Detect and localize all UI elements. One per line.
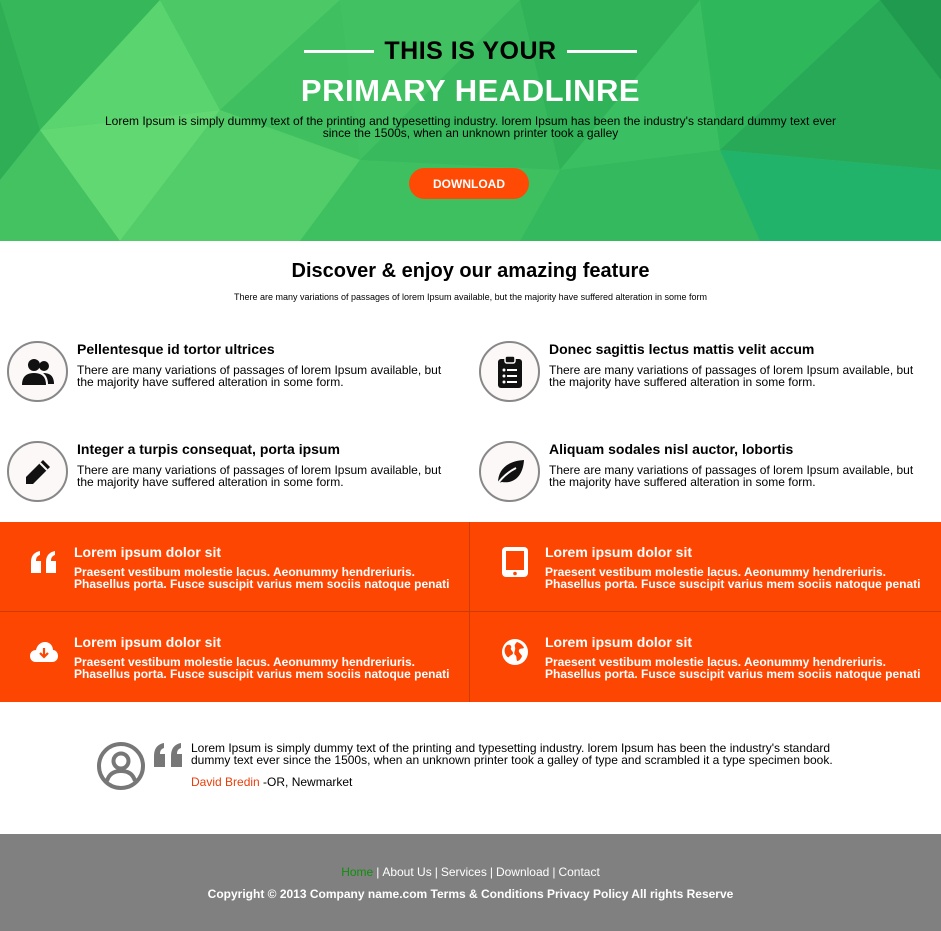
users-icon (21, 358, 54, 385)
service-icon-box (26, 634, 62, 670)
hero-subheadline: THIS IS YOUR (384, 37, 557, 65)
service-item: Lorem ipsum dolor sit Praesent vestibum … (26, 634, 476, 724)
footer-link-home[interactable]: Home (341, 865, 373, 879)
hero-headline: PRIMARY HEADLINRE (300, 73, 641, 108)
service-icon-box (497, 544, 533, 580)
footer-link-services[interactable]: Services (441, 865, 487, 879)
footer-nav: Home | About Us | Services | Download | Contact (0, 865, 941, 879)
download-button[interactable]: DOWNLOAD (409, 168, 529, 199)
footer-copyright: Copyright © 2013 Company name.com Terms … (207, 887, 734, 901)
footer-link-contact[interactable]: Contact (558, 865, 599, 879)
service-text: Praesent vestibum molestie lacus. Aeonum… (74, 655, 450, 681)
leaf-icon (494, 459, 524, 487)
feature-title: Pellentesque id tortor ultrices (77, 341, 275, 357)
hero-divider-left (304, 50, 375, 53)
service-item: Lorem ipsum dolor sit Praesent vestibum … (497, 634, 941, 724)
testimonial-author-name: David Bredin (191, 775, 260, 789)
quote-icon (154, 743, 182, 767)
cloud-download-icon (30, 642, 58, 662)
footer-link-about-us[interactable]: About Us (382, 865, 431, 879)
service-text: Praesent vestibum molestie lacus. Aeonum… (545, 655, 921, 681)
tablet-icon (502, 547, 528, 577)
footer: Home | About Us | Services | Download | Contact … (0, 834, 941, 931)
footer-nav-separator: | (489, 865, 493, 879)
service-title: Lorem ipsum dolor sit (545, 544, 693, 560)
service-icon-box (26, 544, 62, 580)
services-section: Lorem ipsum dolor sit Praesent vestibum … (0, 522, 941, 702)
hero-content: THIS IS YOUR PRIMARY HEADLINRE Lorem Ips… (0, 0, 941, 241)
features-title-prefix: Discover & enjoy our (291, 260, 498, 282)
feature-title: Donec sagittis lectus mattis velit accum (549, 341, 815, 357)
service-text: Praesent vestibum molestie lacus. Aeonum… (74, 565, 450, 591)
footer-nav-separator: | (434, 865, 438, 879)
footer-nav-separator: | (376, 865, 380, 879)
feature-text: There are many variations of passages of… (77, 363, 442, 389)
hero-section: THIS IS YOUR PRIMARY HEADLINRE Lorem Ips… (0, 0, 941, 241)
clipboard-list-icon (497, 354, 522, 388)
testimonial-author: David Bredin -OR, Newmarket (191, 775, 352, 789)
globe-icon (502, 639, 528, 665)
feature-text: There are many variations of passages of… (549, 363, 914, 389)
hero-divider-right (566, 50, 637, 53)
feature-item: Integer a turpis consequat, porta ipsum … (7, 441, 447, 511)
feature-icon-circle (479, 341, 540, 402)
service-item: Lorem ipsum dolor sit Praesent vestibum … (26, 544, 476, 634)
feature-item: Pellentesque id tortor ultrices There ar… (7, 341, 447, 411)
service-title: Lorem ipsum dolor sit (545, 634, 693, 650)
feature-item: Donec sagittis lectus mattis velit accum… (479, 341, 919, 411)
features-title-bold: amazing feature (497, 260, 650, 282)
feature-title: Integer a turpis consequat, porta ipsum (77, 441, 340, 457)
user-avatar-icon (97, 742, 145, 790)
pencil-icon (25, 459, 50, 484)
hero-description: Lorem Ipsum is simply dummy text of the … (104, 114, 837, 140)
testimonial-author-location: -OR, Newmarket (259, 775, 353, 789)
hero-subheadline-row: THIS IS YOUR (0, 37, 941, 66)
feature-icon-circle (7, 341, 68, 402)
feature-icon-circle (7, 441, 68, 502)
features-title: Discover & enjoy our amazing feature (0, 260, 941, 283)
service-icon-box (497, 634, 533, 670)
service-title: Lorem ipsum dolor sit (74, 544, 222, 560)
service-item: Lorem ipsum dolor sit Praesent vestibum … (497, 544, 941, 634)
feature-item: Aliquam sodales nisl auctor, lobortis Th… (479, 441, 919, 511)
features-subtitle: There are many variations of passages of… (233, 292, 708, 302)
feature-icon-circle (479, 441, 540, 502)
service-text: Praesent vestibum molestie lacus. Aeonum… (545, 565, 921, 591)
service-title: Lorem ipsum dolor sit (74, 634, 222, 650)
quote-icon (31, 551, 56, 573)
feature-title: Aliquam sodales nisl auctor, lobortis (549, 441, 794, 457)
feature-text: There are many variations of passages of… (549, 463, 914, 489)
feature-text: There are many variations of passages of… (77, 463, 442, 489)
footer-link-download[interactable]: Download (496, 865, 549, 879)
testimonial-text: Lorem Ipsum is simply dummy text of the … (191, 741, 833, 767)
